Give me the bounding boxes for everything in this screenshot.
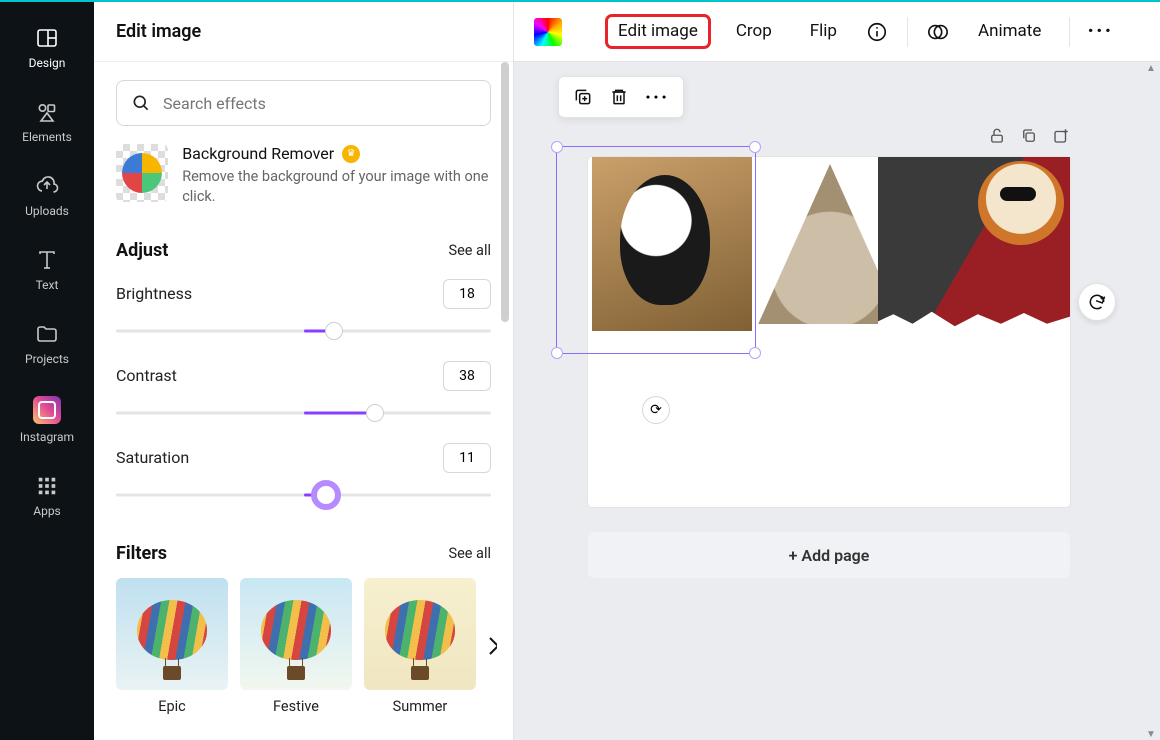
separator [1069, 17, 1070, 47]
add-page-button[interactable]: + Add page [588, 532, 1070, 578]
panel-scrollbar[interactable] [501, 62, 509, 740]
resize-handle-tr[interactable] [749, 141, 761, 153]
nav-item-design[interactable]: Design [0, 12, 94, 86]
filter-name: Summer [393, 698, 448, 715]
page-actions [988, 127, 1070, 145]
filter-name: Festive [273, 698, 319, 715]
filter-card-summer[interactable]: Summer [364, 578, 476, 715]
nav-rail: Design Elements Uploads Text Projects [0, 2, 94, 740]
sync-icon[interactable]: ⟳ [642, 396, 670, 424]
text-icon [35, 248, 59, 272]
filters-row: Epic Festive Summer [116, 578, 491, 715]
filter-card-epic[interactable]: Epic [116, 578, 228, 715]
bg-remover-subtitle: Remove the background of your image with… [182, 167, 491, 208]
adjust-label: Contrast [116, 366, 177, 385]
canvas-image-3[interactable] [878, 157, 1070, 331]
instagram-icon [33, 396, 61, 424]
contrast-slider[interactable] [116, 401, 491, 425]
app-root: Design Elements Uploads Text Projects [0, 0, 1160, 740]
flip-button[interactable]: Flip [800, 17, 847, 46]
crop-button[interactable]: Crop [726, 17, 782, 46]
saturation-slider[interactable] [116, 483, 491, 507]
edit-image-button[interactable]: Edit image [608, 17, 708, 46]
filters-heading: Filters [116, 543, 167, 564]
nav-item-uploads[interactable]: Uploads [0, 160, 94, 234]
nav-label: Elements [22, 130, 72, 144]
bg-remover-card[interactable]: Background Remover ♛ Remove the backgrou… [116, 144, 491, 208]
adjust-row-contrast: Contrast 38 [116, 361, 491, 425]
unlock-icon[interactable] [988, 127, 1006, 145]
uploads-icon [35, 174, 59, 198]
adjust-label: Saturation [116, 448, 189, 467]
nav-label: Text [36, 278, 59, 292]
filter-thumb [364, 578, 476, 690]
adjust-see-all[interactable]: See all [448, 242, 491, 259]
pro-crown-icon: ♛ [342, 145, 360, 163]
nav-label: Design [29, 56, 66, 70]
bg-remover-thumb [116, 144, 168, 202]
panel-title: Edit image [94, 2, 513, 62]
main-area: Edit image Crop Flip Animate ··· [514, 2, 1160, 740]
search-input[interactable] [163, 94, 476, 113]
bg-remover-title: Background Remover [182, 144, 334, 163]
nav-label: Projects [25, 352, 69, 366]
regenerate-icon[interactable] [1078, 283, 1116, 321]
resize-handle-br[interactable] [749, 347, 761, 359]
projects-icon [35, 322, 59, 346]
side-panel: Edit image Background Remover ♛ [94, 2, 514, 740]
search-icon [131, 93, 151, 113]
top-toolbar: Edit image Crop Flip Animate ··· [514, 2, 1160, 62]
adjust-row-saturation: Saturation 11 [116, 443, 491, 507]
design-icon [35, 26, 59, 50]
nav-item-apps[interactable]: Apps [0, 460, 94, 534]
filter-card-festive[interactable]: Festive [240, 578, 352, 715]
selection-box[interactable] [556, 146, 756, 354]
canvas-wrap[interactable]: ··· [514, 62, 1160, 740]
nav-item-text[interactable]: Text [0, 234, 94, 308]
filter-thumb [116, 578, 228, 690]
adjust-label: Brightness [116, 284, 192, 303]
nav-item-elements[interactable]: Elements [0, 86, 94, 160]
adjust-value-input[interactable]: 11 [443, 443, 491, 473]
info-icon[interactable] [865, 20, 889, 44]
filter-thumb [240, 578, 352, 690]
search-input-wrap[interactable] [116, 80, 491, 126]
canvas-scrollbar[interactable]: ▲ ▼ [1146, 62, 1156, 740]
panel-body: Background Remover ♛ Remove the backgrou… [94, 62, 513, 740]
elements-icon [35, 100, 59, 124]
brightness-slider[interactable] [116, 319, 491, 343]
bg-remover-texts: Background Remover ♛ Remove the backgrou… [182, 144, 491, 208]
duplicate-icon[interactable] [573, 87, 593, 107]
nav-label: Uploads [25, 204, 69, 218]
duplicate-page-icon[interactable] [1020, 127, 1038, 145]
animate-button[interactable]: Animate [968, 17, 1051, 46]
nav-item-instagram[interactable]: Instagram [0, 382, 94, 460]
nav-label: Apps [33, 504, 61, 518]
more-icon[interactable]: ··· [645, 85, 669, 109]
separator [907, 17, 908, 47]
resize-handle-tl[interactable] [551, 141, 563, 153]
filters-next-icon[interactable] [488, 628, 497, 664]
selection-float-toolbar: ··· [558, 76, 684, 118]
resize-handle-bl[interactable] [551, 347, 563, 359]
apps-icon [35, 474, 59, 498]
transparency-icon[interactable] [926, 20, 950, 44]
nav-item-projects[interactable]: Projects [0, 308, 94, 382]
filters-see-all[interactable]: See all [448, 545, 491, 562]
more-icon[interactable]: ··· [1088, 20, 1112, 44]
adjust-heading: Adjust [116, 240, 168, 261]
adjust-value-input[interactable]: 38 [443, 361, 491, 391]
nav-label: Instagram [20, 430, 74, 444]
delete-icon[interactable] [609, 87, 629, 107]
adjust-value-input[interactable]: 18 [443, 279, 491, 309]
scroll-down-icon[interactable]: ▼ [1146, 728, 1156, 740]
filter-name: Epic [158, 698, 186, 715]
add-page-icon[interactable] [1052, 127, 1070, 145]
color-swatch[interactable] [534, 18, 562, 46]
adjust-row-brightness: Brightness 18 [116, 279, 491, 343]
scroll-up-icon[interactable]: ▲ [1146, 62, 1156, 74]
